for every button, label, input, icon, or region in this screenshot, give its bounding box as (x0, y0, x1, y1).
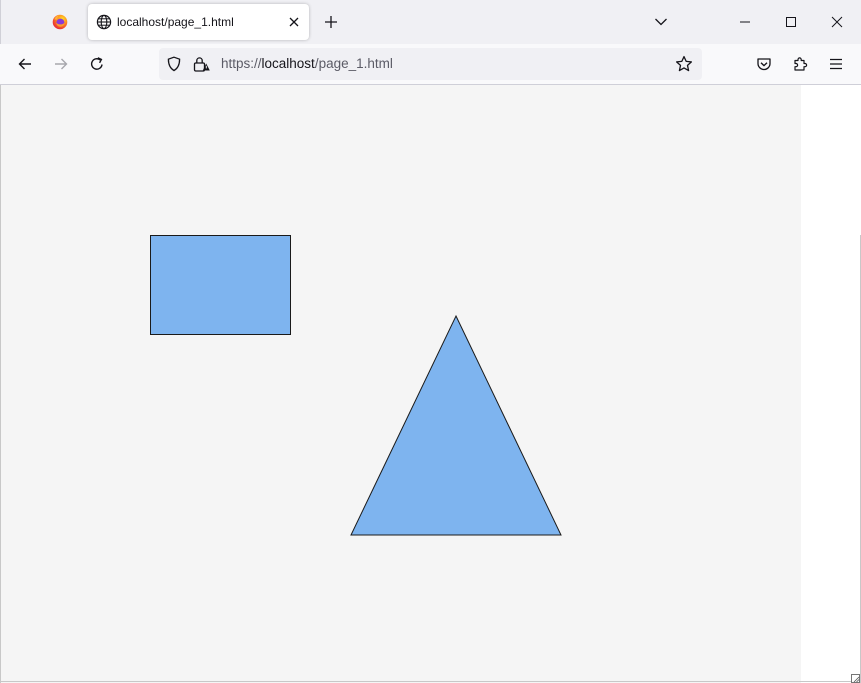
window-edge (0, 0, 1, 44)
globe-icon (96, 14, 112, 30)
shield-icon[interactable] (166, 56, 182, 72)
page-canvas (1, 85, 801, 683)
url-scheme: https:// (221, 56, 262, 71)
lock-icon[interactable] (193, 56, 211, 72)
url-host: localhost (261, 56, 315, 71)
close-icon (289, 17, 299, 27)
minimize-icon (740, 21, 750, 23)
content-border-left (0, 85, 1, 683)
back-button[interactable] (9, 48, 41, 80)
content-border-bottom (0, 681, 861, 682)
puzzle-icon (794, 57, 808, 71)
new-tab-button[interactable] (318, 9, 344, 35)
firefox-icon (52, 14, 68, 30)
url-path: /page_1.html (314, 56, 393, 71)
list-all-tabs-button[interactable] (648, 9, 674, 35)
tab-title: localhost/page_1.html (117, 15, 234, 29)
browser-window: localhost/page_1.html https://localhost/… (0, 0, 861, 683)
maximize-button[interactable] (768, 0, 814, 44)
forward-button[interactable] (45, 48, 77, 80)
maximize-icon (786, 17, 796, 27)
reload-icon (90, 57, 103, 70)
navigation-toolbar: https://localhost/page_1.html (0, 44, 861, 85)
page-content (0, 85, 861, 683)
open-menu-button[interactable] (820, 48, 852, 80)
hamburger-icon (830, 58, 842, 70)
minimize-button[interactable] (722, 0, 768, 44)
chevron-down-icon (655, 18, 667, 26)
pocket-icon (757, 58, 771, 71)
star-icon[interactable] (675, 55, 693, 73)
reload-button[interactable] (81, 48, 113, 80)
plus-icon (325, 16, 337, 28)
shapes-canvas (150, 235, 562, 536)
url-text[interactable]: https://localhost/page_1.html (221, 56, 393, 72)
firefox-view-button[interactable] (44, 6, 76, 38)
blue-triangle (350, 314, 562, 536)
resize-grip-icon[interactable] (851, 674, 860, 683)
close-window-button[interactable] (814, 0, 860, 44)
save-to-pocket-button[interactable] (748, 48, 780, 80)
extensions-button[interactable] (784, 48, 816, 80)
arrow-left-icon (18, 58, 31, 70)
blue-rectangle (150, 235, 291, 335)
close-icon (831, 16, 843, 28)
active-tab[interactable]: localhost/page_1.html (88, 4, 309, 40)
tab-strip: localhost/page_1.html (0, 0, 861, 44)
url-bar[interactable]: https://localhost/page_1.html (159, 48, 702, 80)
tab-close-button[interactable] (284, 12, 304, 32)
arrow-right-icon (55, 58, 68, 70)
